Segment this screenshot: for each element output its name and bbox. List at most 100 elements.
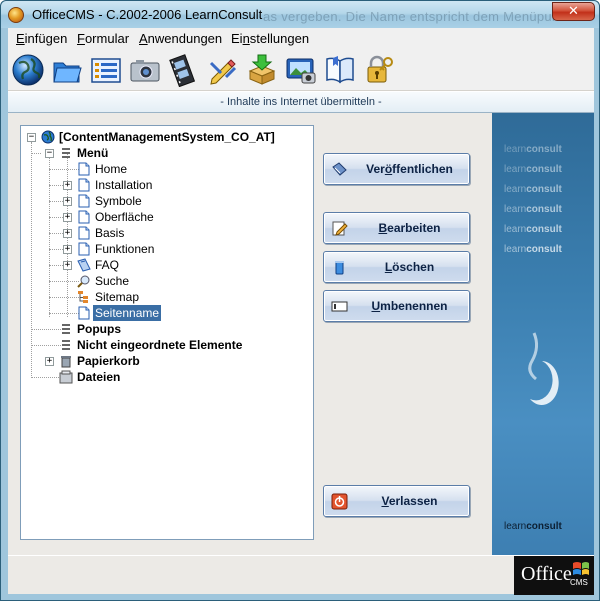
tree-label-selected: Seitenname: [91, 304, 163, 322]
tree-line: [49, 185, 63, 186]
page-icon: [78, 226, 90, 240]
info-bar: - Inhalte ins Internet übermitteln -: [8, 91, 594, 113]
page-icon: [78, 210, 90, 224]
tree-node-trash[interactable]: + Papierkorb: [21, 353, 311, 369]
app-icon[interactable]: [8, 7, 24, 23]
photo-screen-icon[interactable]: [284, 53, 318, 87]
edit-tools-icon[interactable]: [206, 53, 240, 87]
tree-label: Suche: [95, 274, 130, 288]
trash-icon: [61, 356, 71, 368]
menu-list-icon: [62, 340, 70, 350]
tree-line: [49, 281, 79, 282]
tree-node-unsorted[interactable]: Nicht eingeordnete Elemente: [21, 337, 311, 353]
book-icon[interactable]: [323, 53, 357, 87]
tree-line: [49, 201, 63, 202]
expand-toggle[interactable]: +: [63, 197, 72, 206]
folder-icon[interactable]: [50, 53, 84, 87]
learnconsult-logo-icon: [528, 332, 559, 405]
windows-flag-icon: [573, 562, 589, 575]
expand-toggle[interactable]: +: [63, 213, 72, 222]
tree-node-files[interactable]: Dateien: [21, 369, 311, 385]
tree-label: Installation: [95, 178, 153, 192]
tree-node-menu-child[interactable]: + Oberfläche: [21, 209, 311, 225]
tree-line: [31, 345, 61, 346]
brand-watermark-text: learnconsult: [504, 224, 562, 235]
expand-toggle[interactable]: +: [63, 229, 72, 238]
collapse-toggle[interactable]: −: [45, 149, 54, 158]
tree-line: [49, 313, 79, 314]
rename-button[interactable]: Umbenennen: [323, 290, 470, 322]
window-title-ghost-text: as vergeben. Die Name entspricht dem Men…: [263, 9, 571, 24]
page-icon: [78, 194, 90, 208]
tree-node-menu-child[interactable]: + Installation: [21, 177, 311, 193]
app-window: OfficeCMS - C.2002-2006 LearnConsult as …: [0, 0, 600, 601]
menu-einstellungen[interactable]: Einstellungen: [231, 31, 309, 46]
tree-node-root[interactable]: − [ContentManagementSystem_CO_AT]: [21, 129, 311, 145]
tree-node-menu-child[interactable]: + Funktionen: [21, 241, 311, 257]
tree-line: [49, 169, 79, 170]
sitemap-icon: [78, 291, 88, 303]
publish-button[interactable]: Veröffentlichen: [323, 153, 470, 185]
expand-toggle[interactable]: +: [63, 181, 72, 190]
tree-node-popups[interactable]: Popups: [21, 321, 311, 337]
tree-node-menu-child[interactable]: + Basis: [21, 225, 311, 241]
collapse-toggle[interactable]: −: [27, 133, 36, 142]
tree-node-menu-child[interactable]: + Symbole: [21, 193, 311, 209]
expand-toggle[interactable]: +: [63, 245, 72, 254]
tree-node-menu-child[interactable]: Home: [21, 161, 311, 177]
tree-label: Basis: [95, 226, 125, 240]
delete-icon: [335, 261, 344, 275]
edit-icon: [332, 221, 348, 236]
tree-label: FAQ: [95, 258, 120, 272]
menu-einfuegen[interactable]: Einfügen: [16, 31, 67, 46]
menu-formular[interactable]: Formular: [77, 31, 129, 46]
tree-line: [31, 377, 61, 378]
tree-label: Funktionen: [95, 242, 155, 256]
rename-icon: [331, 301, 348, 312]
exit-icon: [331, 493, 348, 510]
edit-button[interactable]: Bearbeiten: [323, 212, 470, 244]
content-tree[interactable]: − [ContentManagementSystem_CO_AT] − Menü: [20, 125, 314, 540]
brand-panel: learnconsult learnconsult learnconsult lear…: [492, 113, 594, 555]
tree-node-menu-child[interactable]: Seitenname: [21, 304, 311, 322]
globe-icon: [41, 130, 55, 144]
client-area: Einfügen Formular Anwendungen Einstellun…: [8, 28, 594, 595]
tree-label: Sitemap: [95, 290, 140, 304]
exit-button[interactable]: Verlassen: [323, 485, 470, 517]
expand-toggle[interactable]: +: [45, 357, 54, 366]
tree-node-menu[interactable]: − Menü: [21, 145, 311, 161]
menu-list-icon: [62, 324, 70, 334]
tree-line: [49, 249, 63, 250]
menu-list-icon: [62, 148, 70, 158]
tree-node-menu-child[interactable]: + FAQ: [21, 257, 311, 273]
status-bar: Office CMS: [8, 555, 594, 595]
brand-watermark-text: learnconsult: [504, 244, 562, 255]
key-lock-icon[interactable]: [362, 53, 396, 87]
file-box-icon: [59, 370, 73, 384]
page-icon: [78, 162, 90, 176]
page-icon: [78, 178, 90, 192]
tree-node-menu-child[interactable]: Suche: [21, 273, 311, 289]
menu-anwendungen[interactable]: Anwendungen: [139, 31, 222, 46]
tree-line: [49, 233, 63, 234]
brand-watermark-text: learnconsult: [504, 184, 562, 195]
expand-toggle[interactable]: +: [63, 261, 72, 270]
menu-bar: Einfügen Formular Anwendungen Einstellun…: [8, 28, 594, 49]
toolbar: [8, 49, 594, 91]
tree-label: Symbole: [95, 194, 142, 208]
title-bar[interactable]: OfficeCMS - C.2002-2006 LearnConsult as …: [1, 1, 599, 28]
tree-node-menu-child[interactable]: Sitemap: [21, 289, 311, 305]
globe-icon[interactable]: [11, 53, 45, 87]
list-form-icon[interactable]: [89, 53, 123, 87]
brand-watermark-text: learnconsult: [504, 204, 562, 215]
tree-line: [31, 153, 41, 154]
brand-watermark-text: learnconsult: [504, 144, 562, 155]
tree-line: [49, 297, 79, 298]
main-body: − [ContentManagementSystem_CO_AT] − Menü: [8, 113, 594, 555]
download-package-icon[interactable]: [245, 53, 279, 87]
camera-icon[interactable]: [128, 53, 162, 87]
close-button[interactable]: ✕: [552, 2, 595, 21]
tree-line: [49, 217, 63, 218]
film-icon[interactable]: [167, 53, 201, 87]
delete-button[interactable]: Löschen: [323, 251, 470, 283]
